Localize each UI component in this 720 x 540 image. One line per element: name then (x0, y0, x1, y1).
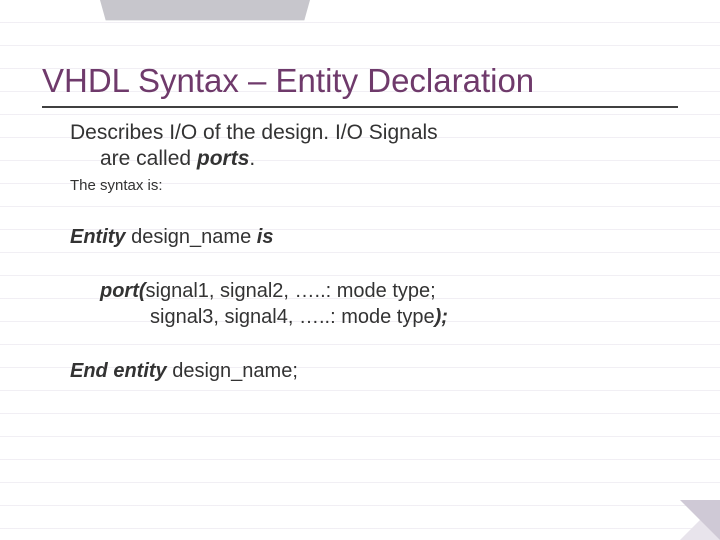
description-text: Describes I/O of the design. I/O Signals… (70, 120, 658, 173)
desc-line2: are called ports. (70, 146, 658, 172)
desc-line2-post: . (249, 147, 255, 170)
port-line-1: port(signal1, signal2, …..: mode type; (100, 278, 658, 304)
end-design-name: design_name; (167, 360, 298, 382)
port-keyword: port( (100, 280, 146, 302)
slide-content: VHDL Syntax – Entity Declaration Describ… (0, 0, 720, 384)
desc-line1: Describes I/O of the design. I/O Signals (70, 121, 438, 144)
port-line2-rest: signal3, signal4, …..: mode type (150, 306, 435, 328)
desc-line2-bold: ports (197, 147, 250, 170)
end-entity-line: End entity design_name; (70, 358, 658, 384)
port-line-2: signal3, signal4, …..: mode type); (100, 304, 658, 330)
page-curl-icon (680, 500, 720, 540)
desc-line2-pre: are called (100, 147, 197, 170)
syntax-label: The syntax is: (70, 177, 658, 194)
end-entity-keyword: End entity (70, 360, 167, 382)
slide-title: VHDL Syntax – Entity Declaration (42, 62, 678, 108)
port-line1-rest: signal1, signal2, …..: mode type; (146, 280, 436, 302)
port-close-keyword: ); (435, 306, 448, 328)
body-content: Describes I/O of the design. I/O Signals… (42, 120, 678, 384)
entity-declaration-line: Entity design_name is (70, 224, 658, 250)
is-keyword: is (257, 226, 274, 248)
entity-design-name: design_name (126, 226, 257, 248)
entity-keyword: Entity (70, 226, 126, 248)
port-block: port(signal1, signal2, …..: mode type; s… (70, 278, 658, 330)
